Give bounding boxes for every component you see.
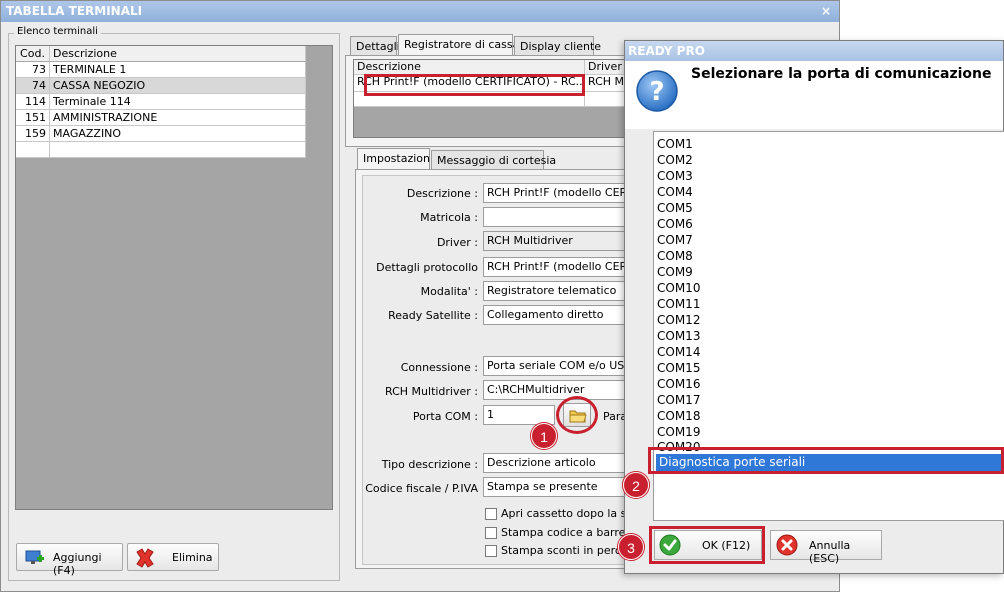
matricola-field[interactable] (483, 207, 633, 227)
cancel-x-icon (776, 534, 798, 556)
list-item-com[interactable]: COM11 (657, 296, 700, 312)
step-1-callout: 1 (531, 423, 557, 449)
tab-dettagli[interactable]: Dettagli (350, 36, 400, 56)
add-button[interactable]: Aggiungi (F4) (16, 543, 123, 577)
add-monitor-icon (25, 550, 44, 564)
column-header-descrizione[interactable]: Descrizione (354, 60, 585, 75)
cell-code: 74 (16, 78, 50, 94)
tab-registratore-di-cassa[interactable]: Registratore di cassa (398, 34, 519, 56)
stampa-sconti-checkbox[interactable] (485, 545, 497, 557)
close-icon[interactable]: × (819, 4, 833, 18)
delete-x-icon (136, 548, 154, 568)
list-item-com[interactable]: COM3 (657, 168, 693, 184)
codice-fiscale-label: Codice fiscale / P.IVA (365, 482, 478, 495)
porta-com-label: Porta COM : (412, 410, 478, 423)
connessione-label: Connessione : (400, 361, 478, 374)
codice-fiscale-select[interactable]: Stampa se presente (483, 477, 633, 497)
column-header-descrizione[interactable]: Descrizione (50, 46, 306, 62)
svg-text:?: ? (649, 77, 664, 107)
table-row[interactable]: 73 TERMINALE 1 (16, 62, 306, 78)
list-item-com[interactable]: COM7 (657, 232, 693, 248)
highlight-register-row (364, 74, 585, 96)
dialog-heading: Selezionare la porta di comunicazione (691, 66, 992, 82)
tab-impostazioni[interactable]: Impostazioni (357, 148, 433, 170)
list-item-com[interactable]: COM5 (657, 200, 693, 216)
terminals-table[interactable]: Cod. Descrizione 73 TERMINALE 1 74 CASSA… (15, 45, 333, 510)
cell-code: 159 (16, 126, 50, 142)
list-item-com[interactable]: COM10 (657, 280, 700, 296)
matricola-label: Matricola : (420, 211, 478, 224)
cell-desc-empty (50, 142, 306, 158)
list-item-com[interactable]: COM4 (657, 184, 693, 200)
protocollo-field[interactable]: RCH Print!F (modello CERTIF (483, 257, 633, 277)
dialog-title: READY PRO (625, 41, 1003, 61)
highlight-folder-circle (556, 396, 598, 434)
table-header: Cod. Descrizione (16, 46, 306, 62)
cell-code-empty (16, 142, 50, 158)
stampa-codice-checkbox[interactable] (485, 527, 497, 539)
list-item-com[interactable]: COM19 (657, 424, 700, 440)
list-item-com[interactable]: COM9 (657, 264, 693, 280)
delete-button[interactable]: Elimina (127, 543, 219, 571)
apri-cassetto-checkbox[interactable] (485, 508, 497, 520)
cell-desc: MAGAZZINO (50, 126, 306, 142)
multidriver-field[interactable]: C:\RCHMultidriver (483, 380, 633, 400)
list-item-com[interactable]: COM2 (657, 152, 693, 168)
step-3-callout: 3 (618, 534, 644, 560)
list-item-com[interactable]: COM6 (657, 216, 693, 232)
protocollo-label: Dettagli protocollo (376, 261, 478, 274)
highlight-ok-button (649, 526, 765, 564)
delete-button-label: Elimina (172, 551, 213, 564)
ready-pro-dialog: READY PRO ? Selezionare la porta di comu… (624, 40, 1004, 574)
cancel-button[interactable]: Annulla (ESC) (770, 530, 882, 565)
modalita-select[interactable]: Registratore telematico (483, 281, 633, 301)
cell-desc: Terminale 114 (50, 94, 306, 110)
satellite-select[interactable]: Collegamento diretto (483, 305, 633, 325)
descrizione-label: Descrizione : (406, 187, 478, 200)
cancel-button-label: Annulla (ESC) (809, 539, 851, 565)
list-item-com[interactable]: COM18 (657, 408, 700, 424)
group-label: Elenco terminali (14, 26, 101, 37)
descrizione-field[interactable]: RCH Print!F (modello CERTIF (483, 183, 633, 203)
driver-field: RCH Multidriver (483, 231, 633, 251)
table-row[interactable]: 159 MAGAZZINO (16, 126, 306, 142)
list-item-com[interactable]: COM16 (657, 376, 700, 392)
list-item-com[interactable]: COM15 (657, 360, 700, 376)
column-header-code[interactable]: Cod. (16, 46, 50, 62)
porta-com-field[interactable]: 1 (483, 405, 555, 425)
cell-code: 73 (16, 62, 50, 78)
step-2-callout: 2 (623, 472, 649, 498)
connessione-select[interactable]: Porta seriale COM e/o USB c (483, 356, 633, 376)
multidriver-label: RCH Multidriver : (385, 385, 478, 398)
highlight-diagnostica (648, 447, 1004, 474)
table-row[interactable]: 114 Terminale 114 (16, 94, 306, 110)
list-item-com[interactable]: COM8 (657, 248, 693, 264)
cell-desc: TERMINALE 1 (50, 62, 306, 78)
driver-label: Driver : (436, 236, 478, 249)
list-item-com[interactable]: COM12 (657, 312, 700, 328)
tab-display-cliente[interactable]: Display cliente (514, 36, 601, 56)
list-item-com[interactable]: COM13 (657, 328, 700, 344)
cell-code: 151 (16, 110, 50, 126)
tipo-descrizione-label: Tipo descrizione : (381, 458, 478, 471)
list-item-com[interactable]: COM1 (657, 136, 693, 152)
register-grid[interactable]: Descrizione Driver RCH Print!F (modello … (353, 59, 643, 138)
cell-code: 114 (16, 94, 50, 110)
tab-messaggio-di-cortesia[interactable]: Messaggio di cortesia (431, 150, 556, 170)
satellite-label: Ready Satellite : (388, 309, 478, 322)
list-item-com[interactable]: COM14 (657, 344, 700, 360)
table-row[interactable]: 151 AMMINISTRAZIONE (16, 110, 306, 126)
add-button-label: Aggiungi (F4) (53, 551, 102, 577)
table-row-selected[interactable]: 74 CASSA NEGOZIO (16, 78, 306, 94)
question-icon: ? (636, 70, 678, 112)
tipo-descrizione-select[interactable]: Descrizione articolo (483, 453, 633, 473)
list-item-com[interactable]: COM17 (657, 392, 700, 408)
table-row-empty[interactable] (16, 142, 306, 158)
modalita-label: Modalita' : (420, 285, 478, 298)
window-title: TABELLA TERMINALI (1, 1, 839, 22)
cell-desc: AMMINISTRAZIONE (50, 110, 306, 126)
cell-desc: CASSA NEGOZIO (50, 78, 306, 94)
